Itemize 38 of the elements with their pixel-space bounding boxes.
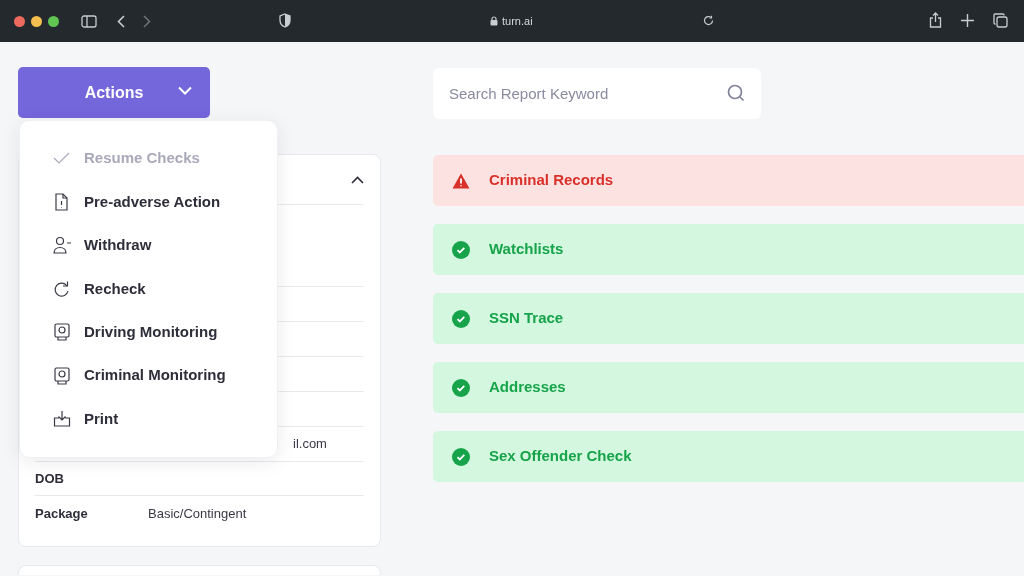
refresh-icon xyxy=(53,279,71,298)
menu-item[interactable]: Driving Monitoring xyxy=(20,310,277,354)
field-value: Basic/Contingent xyxy=(148,504,247,523)
menu-item[interactable]: Criminal Monitoring xyxy=(20,353,277,398)
sidebar-icon[interactable] xyxy=(81,14,97,28)
document-icon xyxy=(53,193,71,212)
monitor-icon xyxy=(53,323,71,342)
tabs-overview-icon[interactable] xyxy=(993,13,1008,28)
forward-icon[interactable] xyxy=(143,14,151,28)
download-icon xyxy=(53,410,71,429)
search-icon[interactable] xyxy=(727,84,745,102)
search-field[interactable]: Search Report Keyword xyxy=(433,68,761,119)
user-minus-icon xyxy=(53,236,71,255)
reload-icon[interactable] xyxy=(703,15,714,26)
actions-button[interactable]: Actions xyxy=(18,67,210,118)
menu-item[interactable]: Print xyxy=(20,397,277,441)
address-text[interactable]: turn.ai xyxy=(502,13,533,30)
back-icon[interactable] xyxy=(117,14,125,28)
check-circle-icon xyxy=(452,378,470,397)
field-value: il.com xyxy=(293,435,327,454)
shield-icon[interactable] xyxy=(279,13,291,28)
maximize-window-icon[interactable] xyxy=(48,15,59,27)
close-window-icon[interactable] xyxy=(14,15,25,27)
field-label: DOB xyxy=(35,469,64,488)
minimize-window-icon[interactable] xyxy=(31,15,42,27)
lock-icon xyxy=(490,16,498,27)
menu-item[interactable]: Pre-adverse Action xyxy=(20,180,277,224)
check-circle-icon xyxy=(452,309,470,328)
check-result-bar[interactable]: Criminal Records xyxy=(433,155,1024,206)
check-circle-icon xyxy=(452,240,470,259)
field-label: Package xyxy=(35,504,88,523)
monitor-icon xyxy=(53,366,71,385)
check-circle-icon xyxy=(452,447,470,466)
menu-item[interactable]: Withdraw xyxy=(20,223,277,268)
new-tab-icon[interactable] xyxy=(961,14,974,27)
warning-icon xyxy=(452,172,470,189)
menu-item[interactable]: Recheck xyxy=(20,267,277,311)
share-icon[interactable] xyxy=(929,12,942,28)
